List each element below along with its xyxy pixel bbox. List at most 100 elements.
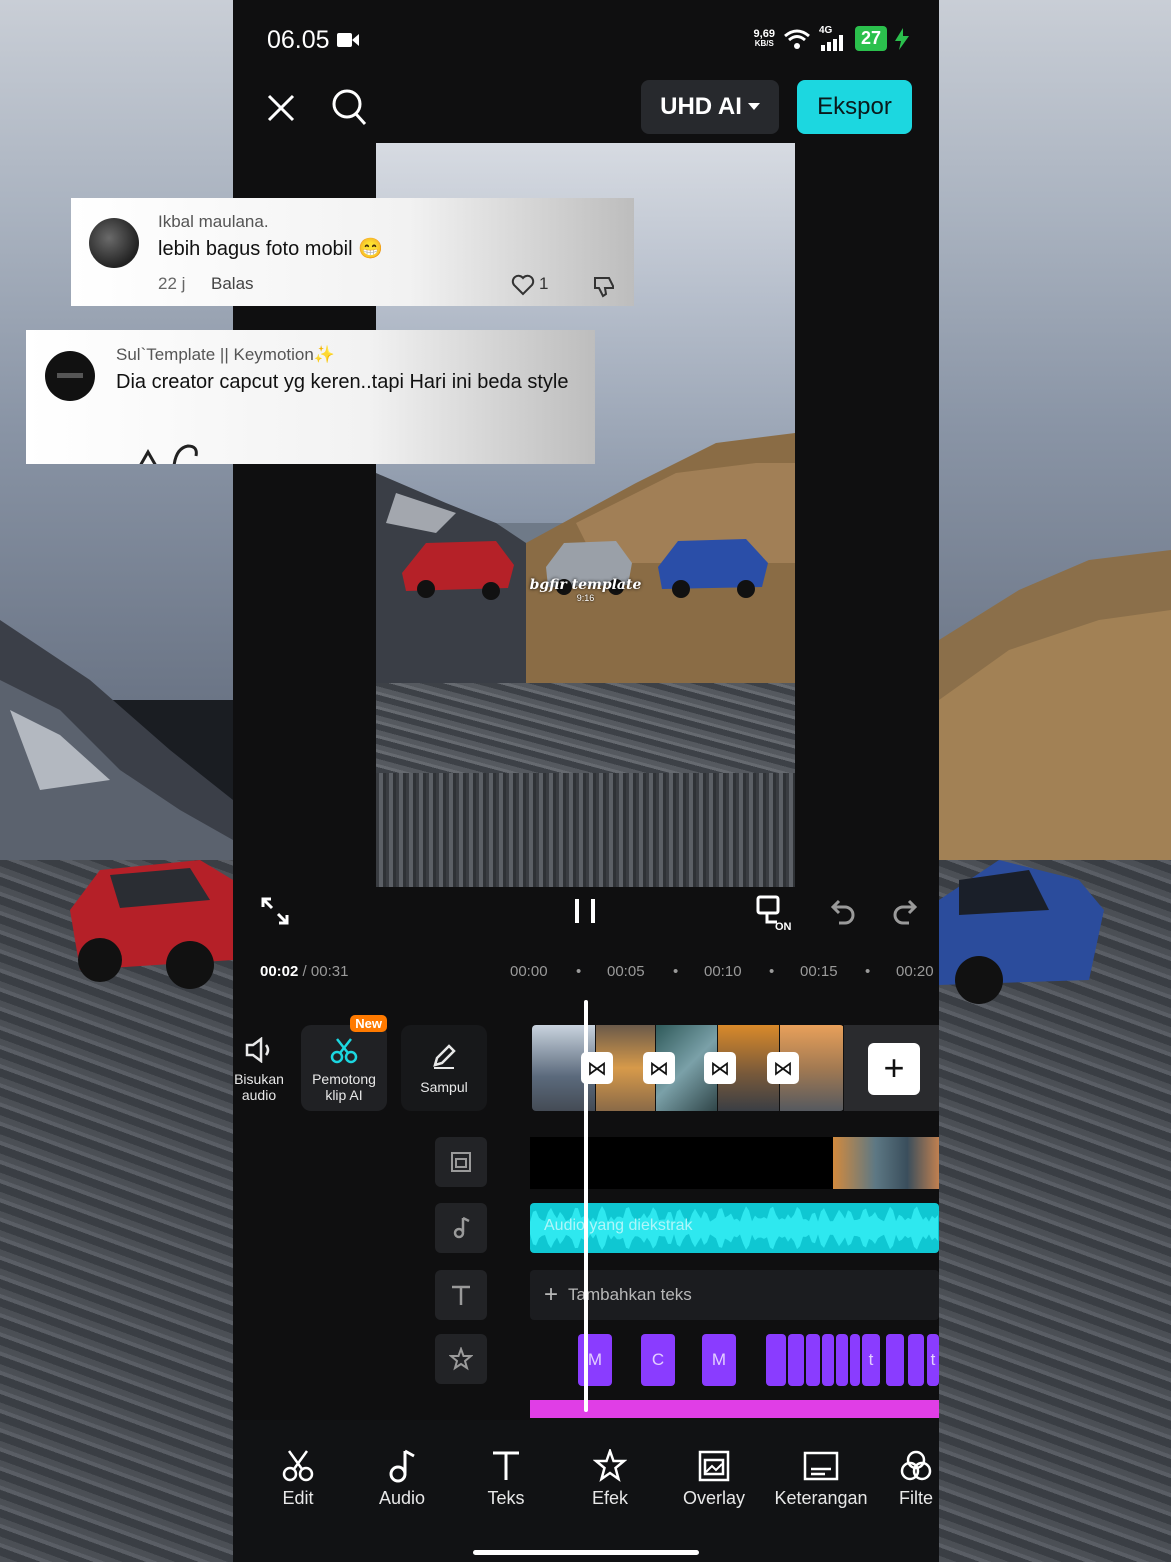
nav-text[interactable]: Teks <box>461 1444 551 1509</box>
cover-button[interactable]: Sampul <box>401 1025 487 1111</box>
add-text-button[interactable]: + Tambahkan teks <box>530 1270 939 1320</box>
adjustment-track[interactable] <box>530 1400 939 1418</box>
nav-audio[interactable]: Audio <box>357 1444 447 1509</box>
text-track-icon[interactable] <box>435 1270 487 1320</box>
nav-edit-label: Edit <box>282 1488 314 1508</box>
preview-motion-blur <box>376 773 795 887</box>
effect-clip[interactable] <box>766 1334 786 1386</box>
blue-car-image <box>939 860 1104 1004</box>
transition-icon[interactable]: ⋈ <box>704 1052 736 1084</box>
export-button[interactable]: Ekspor <box>797 80 912 134</box>
ai-clip-cutter-button[interactable]: New Pemotong klip AI <box>301 1015 387 1111</box>
caret-down-icon <box>747 103 760 110</box>
cover-label: Sampul <box>420 1079 468 1095</box>
quality-label: UHD AI <box>660 93 742 120</box>
ruler-dot: • <box>576 963 582 980</box>
nav-text-label: Teks <box>487 1488 525 1508</box>
mute-audio-label: Bisukan audio <box>234 1071 284 1103</box>
partial-emoji-icon <box>139 444 198 464</box>
ruler-tick: 00:10 <box>704 963 742 980</box>
nav-filters[interactable]: Filte <box>899 1444 939 1509</box>
redo-icon[interactable] <box>889 893 921 929</box>
effect-clip[interactable] <box>836 1334 848 1386</box>
effect-clip[interactable] <box>806 1334 820 1386</box>
effects-track[interactable]: M C M t t <box>530 1334 939 1386</box>
effect-clip[interactable]: t <box>862 1334 880 1386</box>
overlay-clip[interactable] <box>833 1137 939 1189</box>
home-indicator[interactable] <box>473 1550 699 1555</box>
comment-author[interactable]: Sul`Template || Keymotion✨ <box>116 345 335 365</box>
effect-clip[interactable] <box>850 1334 860 1386</box>
effect-clip[interactable] <box>886 1334 904 1386</box>
comment-card[interactable]: Sul`Template || Keymotion✨ Dia creator c… <box>26 330 595 464</box>
battery-indicator: 27 <box>854 26 887 51</box>
pause-icon[interactable] <box>569 893 601 929</box>
screen: 06.05 9,69 KB/S 4G 27 UHD AI Ekspor bgfi… <box>0 0 1171 1562</box>
ruler-tick: 00:15 <box>800 963 838 980</box>
clock: 06.05 <box>267 26 330 54</box>
transition-icon[interactable]: ⋈ <box>643 1052 675 1084</box>
nav-captions-label: Keterangan <box>774 1488 868 1508</box>
transition-icon[interactable]: ⋈ <box>767 1052 799 1084</box>
comment-text: lebih bagus foto mobil 😁 <box>158 238 384 260</box>
dislike-icon[interactable] <box>591 274 617 298</box>
avatar[interactable] <box>89 218 139 268</box>
ruler-tick: 00:00 <box>510 963 548 980</box>
fullscreen-icon[interactable] <box>259 893 291 929</box>
reply-button[interactable]: Balas <box>211 274 254 294</box>
pencil-icon <box>433 1044 456 1069</box>
effects-track-icon[interactable] <box>435 1334 487 1384</box>
nav-overlay[interactable]: Overlay <box>669 1444 759 1509</box>
red-car-image <box>70 860 233 989</box>
audio-track-icon[interactable] <box>435 1203 487 1253</box>
timecode-separator: / <box>298 963 311 980</box>
status-bar: 06.05 9,69 KB/S 4G 27 <box>233 0 939 80</box>
ruler-dot: • <box>673 963 679 980</box>
ruler-dot: • <box>769 963 775 980</box>
mute-audio-button[interactable]: Bisukan audio <box>233 1025 285 1111</box>
add-clip-button[interactable]: + <box>868 1043 920 1095</box>
total-time: 00:31 <box>310 963 349 980</box>
timecode: 00:02 / 00:31 <box>260 963 348 980</box>
audio-track[interactable]: Audio yang diekstrak <box>530 1203 939 1253</box>
nav-captions[interactable]: Keterangan <box>769 1444 873 1509</box>
filter-icon <box>900 1450 932 1481</box>
net-speed-value: 9,69 <box>753 27 775 40</box>
nav-effects-label: Efek <box>591 1488 629 1508</box>
effect-clip[interactable] <box>908 1334 924 1386</box>
star-icon <box>593 1449 627 1483</box>
nav-effects[interactable]: Efek <box>565 1444 655 1509</box>
keyframe-toggle-icon[interactable]: ON <box>753 893 797 933</box>
heart-icon[interactable] <box>511 274 535 296</box>
quality-dropdown[interactable]: UHD AI <box>641 80 779 134</box>
wifi-icon <box>784 29 810 49</box>
effect-clip[interactable] <box>822 1334 834 1386</box>
search-icon[interactable] <box>329 86 369 128</box>
svg-text:ON: ON <box>775 921 792 932</box>
new-badge: New <box>350 1015 387 1032</box>
nav-audio-label: Audio <box>378 1488 426 1508</box>
ruler-tick: 00:20 <box>896 963 934 980</box>
plus-icon: + <box>544 1281 559 1308</box>
effect-clip[interactable] <box>788 1334 804 1386</box>
comment-age: 22 j <box>158 274 186 293</box>
net-speed-unit: KB/S <box>754 38 774 48</box>
overlay-track[interactable] <box>530 1137 939 1189</box>
effect-clip[interactable]: M <box>702 1334 736 1386</box>
nav-overlay-label: Overlay <box>682 1488 745 1508</box>
comment-author[interactable]: Ikbal maulana. <box>158 212 269 232</box>
preview-overlay-subtitle: 9:16 <box>576 593 595 603</box>
nav-edit[interactable]: Edit <box>253 1444 343 1509</box>
ruler-tick: 00:05 <box>607 963 645 980</box>
close-icon[interactable] <box>261 88 301 128</box>
captions-icon <box>803 1451 839 1481</box>
undo-icon[interactable] <box>827 893 859 929</box>
avatar[interactable] <box>45 351 95 401</box>
overlay-track-icon[interactable] <box>435 1137 487 1187</box>
effect-clip[interactable]: C <box>641 1334 675 1386</box>
comment-card[interactable]: Ikbal maulana. lebih bagus foto mobil 😁 … <box>71 198 634 306</box>
speaker-icon <box>245 1037 270 1063</box>
playhead[interactable] <box>584 1000 588 1412</box>
effect-clip[interactable]: t <box>927 1334 939 1386</box>
bottom-toolbar: Edit Audio Teks Efek Overlay Keterangan <box>233 1420 939 1562</box>
